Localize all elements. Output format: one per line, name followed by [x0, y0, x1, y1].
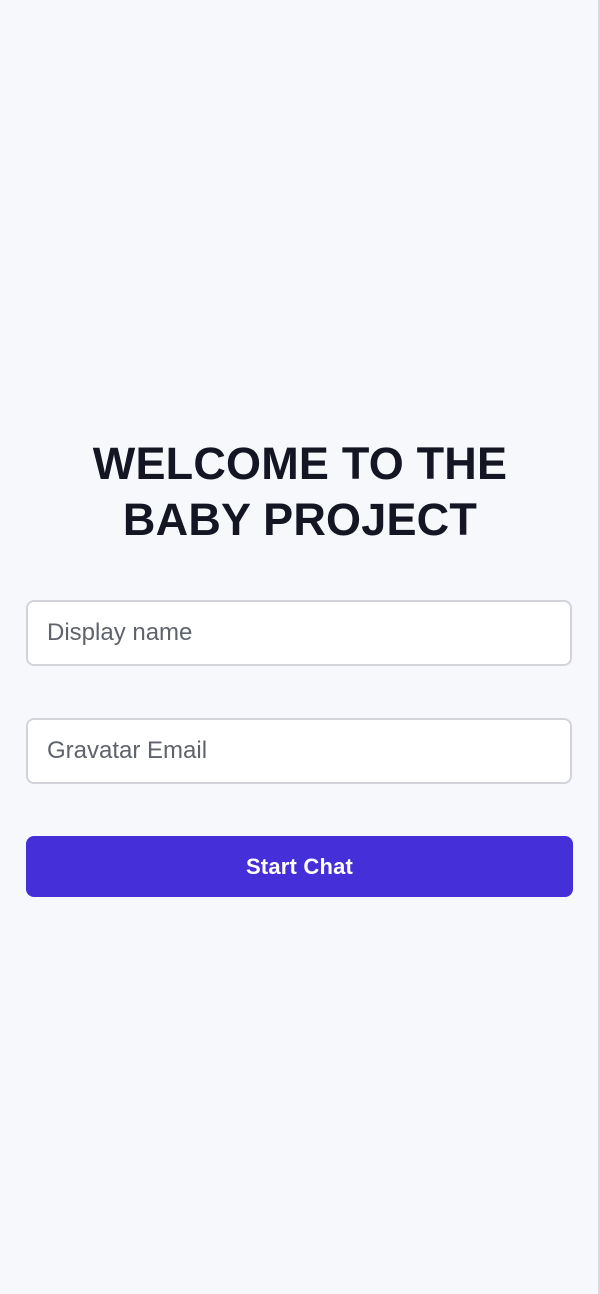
page: { "welcome": { "title": "WELCOME TO THE … [0, 0, 600, 1294]
display-name-input[interactable] [26, 600, 572, 666]
page-title: WELCOME TO THE BABY PROJECT [92, 438, 508, 545]
gravatar-email-input[interactable] [26, 718, 572, 784]
start-chat-button[interactable]: Start Chat [26, 836, 573, 897]
welcome-screen: WELCOME TO THE BABY PROJECT Start Chat [0, 0, 600, 1294]
